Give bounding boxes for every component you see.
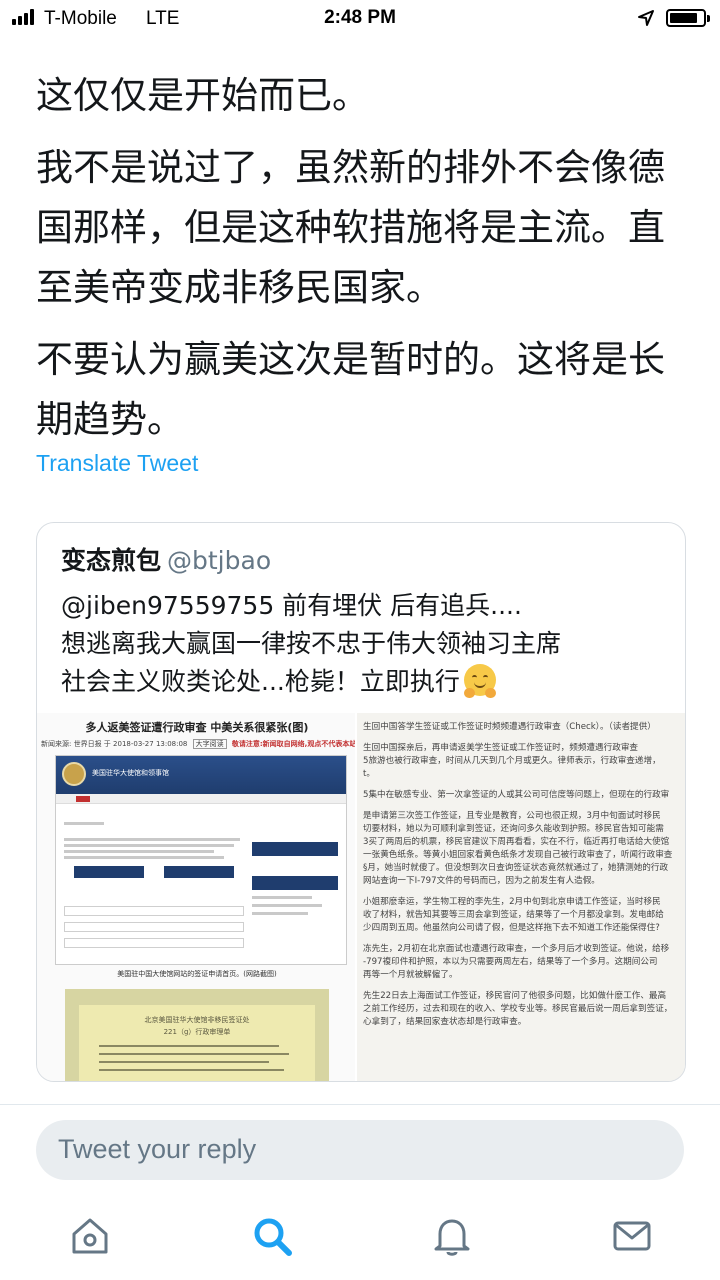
quoted-tweet-media[interactable]: 多人返美签证遭行政审查 中美关系很紧张(图) 新闻来源: 世界日报 于 2018… (37, 713, 685, 1081)
quoted-tweet-card[interactable]: 变态煎包 @btjbao @jiben97559755 前有埋伏 后有追兵....… (36, 522, 686, 1082)
article-line: §月，她当时就傻了。但没想到次日查询签证状态竟然就通过了，她猜测她的行政 (363, 863, 669, 873)
location-arrow-icon (638, 10, 654, 26)
quoted-text-line: 社会主义败类论处...枪毙！立即执行 (61, 667, 460, 696)
divider (0, 1104, 720, 1105)
document-photo: 北京美国驻华大使馆非移民签证处 221（g）行政审理单 (65, 989, 329, 1081)
article-line: 小姐那麽幸运，学生物工程的李先生，2月中旬到北京申请工作签证，当时移民 (363, 897, 661, 907)
tweet-paragraph: 不要认为赢美这次是暂时的。这将是长期趋势。 (36, 338, 665, 441)
embassy-site-screenshot: 美国驻华大使馆和领事馆 (55, 755, 347, 965)
quoted-author-name[interactable]: 变态煎包 (61, 546, 161, 575)
quoted-author-handle[interactable]: @btjbao (167, 546, 271, 575)
article-line: t。 (363, 769, 375, 779)
media-image-article[interactable]: 多人返美签证遭行政审查 中美关系很紧张(图) 新闻来源: 世界日报 于 2018… (37, 713, 357, 1081)
article-line: 少四周到五周。他虽然向公司请了假，但是这样拖下去不知道工作还能保得住? (363, 923, 660, 933)
quoted-text-line: @jiben97559755 前有埋伏 后有追兵.... (61, 591, 522, 620)
article-headline: 多人返美签证遭行政审查 中美关系很紧张(图) (85, 721, 309, 734)
tweet-paragraph: 我不是说过了，虽然新的排外不会像德国那样，但是这种软措施将是主流。直至美帝变成非… (36, 146, 665, 309)
quoted-text-line: 想逃离我大赢国一律按不忠于伟大领袖习主席 (61, 629, 562, 658)
article-line: 冻先生，2月初在北京面试也遭遇行政审查，一个多月后才收到签证。他说，给移 (363, 944, 670, 954)
media-image-article-text[interactable]: 生回中国答学生签证或工作签证时频频遭遇行政审查（Check）。（读者提供） 生回… (357, 713, 685, 1081)
article-line: 3买了两周后的机票，移民官建议下周再看看，实在不行，临近再打电话给大使馆 (363, 837, 670, 847)
battery-fill (670, 13, 697, 23)
battery-icon (666, 9, 710, 27)
status-time: 2:48 PM (324, 7, 396, 28)
reply-placeholder: Tweet your reply (58, 1134, 257, 1164)
article-line: 先生22日去上海面试工作签证，移民官问了他很多问题，比如做什麽工作、最高 (363, 991, 667, 1001)
hugging-face-icon (463, 664, 496, 698)
tab-bar (0, 1200, 720, 1280)
quoted-tweet-header: 变态煎包 @btjbao (61, 541, 271, 577)
article-line: 5集中在敏感专业、第一次拿签证的人或其公司可信度等问题上，但现在的行政审 (363, 790, 670, 800)
search-icon[interactable] (250, 1214, 294, 1258)
translate-tweet-link[interactable]: Translate Tweet (36, 450, 198, 477)
messages-icon[interactable] (610, 1214, 654, 1258)
article-line: 5旅游也被行政审查，时间从几天到几个月或更久。律师表示，行政审查递增， (363, 756, 661, 766)
article-meta: 新闻来源: 世界日报 于 2018-03-27 13:08:08 大字阅读 敬请… (41, 739, 357, 749)
article-line: 是申请第三次签工作签证，且专业是教育，公司也很正规，3月中旬面试时移民 (363, 811, 661, 821)
article-line: 切要材料，她以为可顺利拿到签证，还询问多久能收到护照。移民官告知可能需 (363, 824, 664, 834)
photo-doc-subtitle: 221（g）行政审理单 (163, 1028, 231, 1036)
article-line: -797複印件和护照，本以为只需要两周左右，结果等了一个多月。这期间公司 (363, 957, 658, 967)
article-line: 网站查询一下I-797文件的号码而已，因为之前发生有人造假。 (363, 876, 600, 886)
article-line: 之前工作经历，过去和现在的收入、学校专业等。移民官最后说一周后拿到签证， (363, 1004, 673, 1014)
article-line: 一张黄色纸条。等黄小姐回家看黄色纸条才发现自己被行政审查了，听闻行政审查 (363, 850, 673, 860)
article-line: 心拿到了，结果回家查状态却是行政审查。 (363, 1017, 527, 1027)
embassy-site-title: 美国驻华大使馆和领事馆 (92, 769, 169, 777)
article-line: 生回中国答学生签证或工作签证时频频遭遇行政审查（Check）。（读者提供） (363, 722, 656, 732)
quoted-text-line-with-emoji: 社会主义败类论处...枪毙！立即执行 (61, 663, 671, 701)
article-line: 收了材料，就告知其要等三周会拿到签证，结果等了一个月都没拿到。发电邮给 (363, 910, 664, 920)
article-caption: 美国驻中国大使馆网站的签证申请首页。(网路截图) (117, 970, 277, 978)
quoted-tweet-text: @jiben97559755 前有埋伏 后有追兵.... 想逃离我大赢国一律按不… (61, 587, 671, 701)
tweet-paragraph: 这仅仅是开始而已。 (36, 74, 369, 117)
article-line: 再等一个月就被解僱了。 (363, 970, 458, 980)
photo-doc-title: 北京美国驻华大使馆非移民签证处 (144, 1016, 250, 1024)
notifications-icon[interactable] (430, 1214, 474, 1258)
status-bar: T-Mobile LTE 2:48 PM (0, 0, 720, 38)
reply-input[interactable]: Tweet your reply (36, 1120, 684, 1180)
article-line: 生回中国探亲后，再申请返美学生签证或工作签证时，频频遭遇行政审查 (363, 743, 639, 753)
tweet-text: 这仅仅是开始而已。 我不是说过了，虽然新的排外不会像德国那样，但是这种软措施将是… (36, 66, 696, 462)
embassy-seal-icon (62, 762, 86, 786)
home-icon[interactable] (68, 1214, 112, 1258)
